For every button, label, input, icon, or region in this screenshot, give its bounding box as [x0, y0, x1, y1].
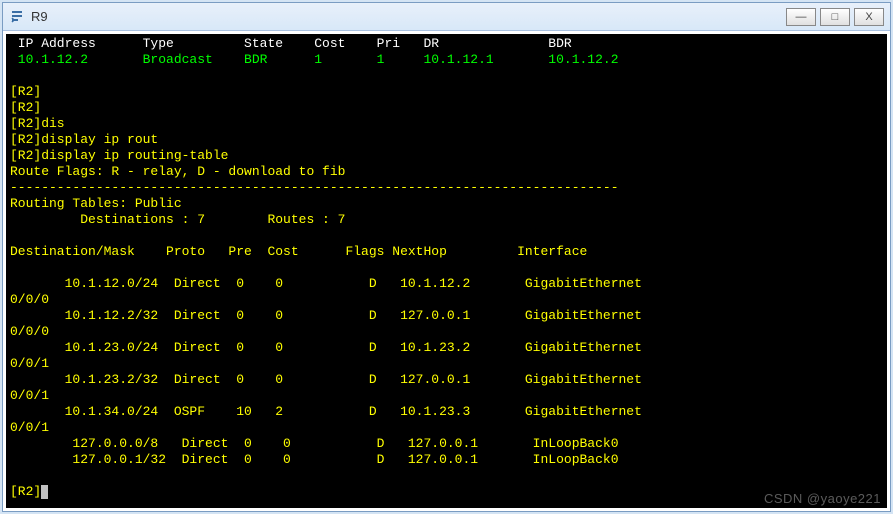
- titlebar: R9 — □ X: [3, 3, 890, 31]
- routing-columns-header: Destination/Mask Proto Pre Cost Flags Ne…: [10, 244, 587, 259]
- route-row: 10.1.34.0/24 OSPF 10 2 D 10.1.23.3 Gigab…: [10, 404, 642, 419]
- route-row: 10.1.23.0/24 Direct 0 0 D 10.1.23.2 Giga…: [10, 340, 642, 355]
- route-row: 127.0.0.0/8 Direct 0 0 D 127.0.0.1 InLoo…: [10, 436, 619, 451]
- route-row: 127.0.0.1/32 Direct 0 0 D 127.0.0.1 InLo…: [10, 452, 619, 467]
- route-row: 10.1.12.0/24 Direct 0 0 D 10.1.12.2 Giga…: [10, 276, 642, 291]
- cmd-dis: [R2]dis: [10, 116, 65, 131]
- app-icon: [9, 9, 25, 25]
- cursor: [41, 485, 48, 499]
- minimize-button[interactable]: —: [786, 8, 816, 26]
- separator: ----------------------------------------…: [10, 180, 619, 195]
- routing-counts: Destinations : 7 Routes : 7: [10, 212, 345, 227]
- route-row-cont: 0/0/1: [10, 388, 49, 403]
- routing-tables-header: Routing Tables: Public: [10, 196, 182, 211]
- ospf-row: 10.1.12.2 Broadcast BDR 1 1 10.1.12.1 10…: [10, 52, 619, 67]
- prompt-current: [R2]: [10, 484, 41, 499]
- route-row: 10.1.23.2/32 Direct 0 0 D 127.0.0.1 Giga…: [10, 372, 642, 387]
- watermark: CSDN @yaoye221: [764, 491, 881, 506]
- close-button[interactable]: X: [854, 8, 884, 26]
- terminal-output: IP Address Type State Cost Pri DR BDR 10…: [10, 36, 883, 500]
- prompt-line: [R2]: [10, 100, 41, 115]
- route-row-cont: 0/0/0: [10, 324, 49, 339]
- cmd-display-ip-rout: [R2]display ip rout: [10, 132, 158, 147]
- app-window: R9 — □ X IP Address Type State Cost Pri …: [2, 2, 891, 512]
- route-row-cont: 0/0/0: [10, 292, 49, 307]
- route-row-cont: 0/0/1: [10, 420, 49, 435]
- cmd-display-ip-routing-table: [R2]display ip routing-table: [10, 148, 228, 163]
- terminal[interactable]: IP Address Type State Cost Pri DR BDR 10…: [6, 34, 887, 508]
- maximize-button[interactable]: □: [820, 8, 850, 26]
- prompt-line: [R2]: [10, 84, 41, 99]
- terminal-container: IP Address Type State Cost Pri DR BDR 10…: [3, 31, 890, 511]
- route-flags-legend: Route Flags: R - relay, D - download to …: [10, 164, 345, 179]
- route-row: 10.1.12.2/32 Direct 0 0 D 127.0.0.1 Giga…: [10, 308, 642, 323]
- route-row-cont: 0/0/1: [10, 356, 49, 371]
- window-controls: — □ X: [786, 8, 884, 26]
- ospf-header: IP Address Type State Cost Pri DR BDR: [10, 36, 572, 51]
- window-title: R9: [31, 9, 786, 24]
